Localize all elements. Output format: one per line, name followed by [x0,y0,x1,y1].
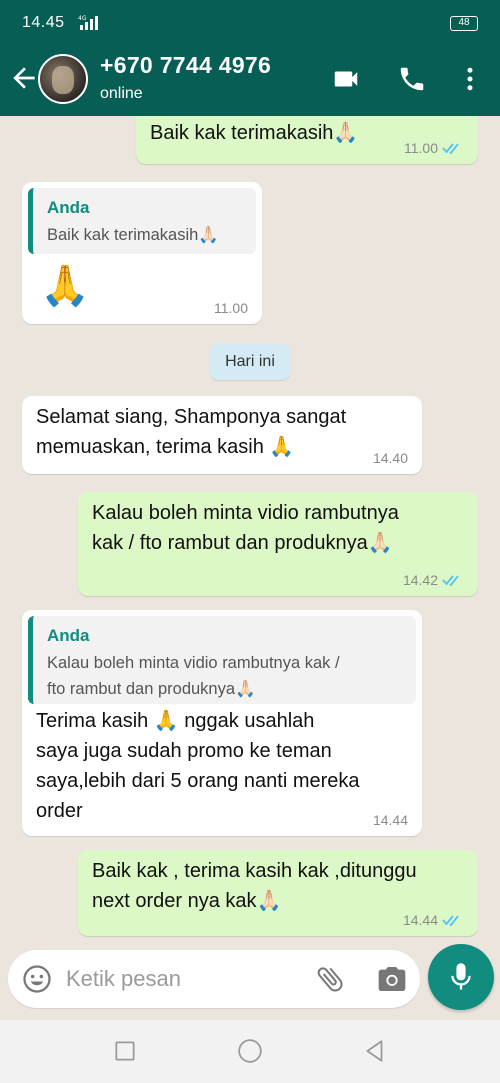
quote-text: Kalau boleh minta vidio rambutnya kak / … [47,654,340,698]
quote-author: Anda [47,198,90,217]
contact-status: online [100,85,143,102]
day-divider: Hari ini [210,344,290,380]
message-outgoing[interactable]: Kalau boleh minta vidio rambutnya kak / … [78,492,478,596]
double-check-icon [442,915,459,926]
back-nav-icon[interactable] [362,1038,388,1064]
message-text: Terima kasih 🙏 nggak usahlah saya juga s… [36,710,360,822]
avatar[interactable] [38,54,88,104]
message-outgoing[interactable]: Baik kak , terima kasih kak ,ditunggu ne… [78,850,478,936]
message-meta: 14.40 [373,450,408,466]
network-label: 4G [78,15,87,22]
message-meta: 11.00 [214,300,248,316]
message-meta: 14.42 [403,572,464,588]
message-time: 11.00 [214,300,248,316]
message-text: Baik kak terimakasih🙏🏻 [150,122,359,144]
status-bar: 14.45 4G 48 [0,0,500,40]
composer-box [8,950,420,1008]
message-time: 11.00 [404,140,438,156]
double-check-icon [442,575,459,586]
quote-text: Baik kak terimakasih🙏🏻 [47,226,219,244]
message-incoming[interactable]: Selamat siang, Shamponya sangat memuaska… [22,396,422,474]
quoted-message[interactable]: Anda Baik kak terimakasih🙏🏻 [28,188,256,254]
recent-apps-icon[interactable] [112,1038,138,1064]
message-meta: 11.00 [404,140,464,156]
message-input[interactable] [66,964,296,994]
video-call-icon[interactable] [330,64,362,94]
message-emoji: 🙏 [40,264,90,308]
message-list[interactable]: Baik kak terimakasih🙏🏻 11.00 Anda Baik k… [0,116,500,950]
status-time: 14.45 [22,14,65,31]
phone-icon[interactable] [396,64,428,94]
message-text: Baik kak , terima kasih kak ,ditunggu ne… [92,860,417,912]
back-arrow-icon[interactable] [8,62,40,94]
chat-header: +670 7744 4976 online [0,40,500,116]
message-time: 14.42 [402,572,438,588]
message-time: 14.40 [372,450,408,466]
message-outgoing[interactable]: Baik kak terimakasih🙏🏻 11.00 [136,116,478,164]
battery-indicator: 48 [450,16,478,31]
mic-button[interactable] [428,944,494,1010]
mic-icon [451,963,471,990]
message-meta: 14.44 [403,912,464,928]
emoji-icon[interactable] [22,964,52,994]
message-meta: 14.44 [373,812,408,828]
signal-icon: 4G [78,15,98,30]
system-nav-bar [0,1020,500,1083]
message-time: 14.44 [372,812,408,828]
double-check-icon [442,143,459,154]
more-vert-icon[interactable] [454,64,486,94]
message-incoming[interactable]: Anda Kalau boleh minta vidio rambutnya k… [22,610,422,836]
message-text: Selamat siang, Shamponya sangat memuaska… [36,406,347,458]
contact-name[interactable]: +670 7744 4976 [100,52,271,79]
quote-author: Anda [47,626,90,645]
quoted-message[interactable]: Anda Kalau boleh minta vidio rambutnya k… [28,616,416,704]
paperclip-icon[interactable] [314,963,346,995]
camera-icon[interactable] [376,963,408,995]
composer-bar [0,950,500,1020]
message-time: 14.44 [402,912,438,928]
message-text: Kalau boleh minta vidio rambutnya kak / … [92,502,399,554]
home-icon[interactable] [237,1038,263,1064]
message-incoming[interactable]: Anda Baik kak terimakasih🙏🏻 🙏 11.00 [22,182,262,324]
